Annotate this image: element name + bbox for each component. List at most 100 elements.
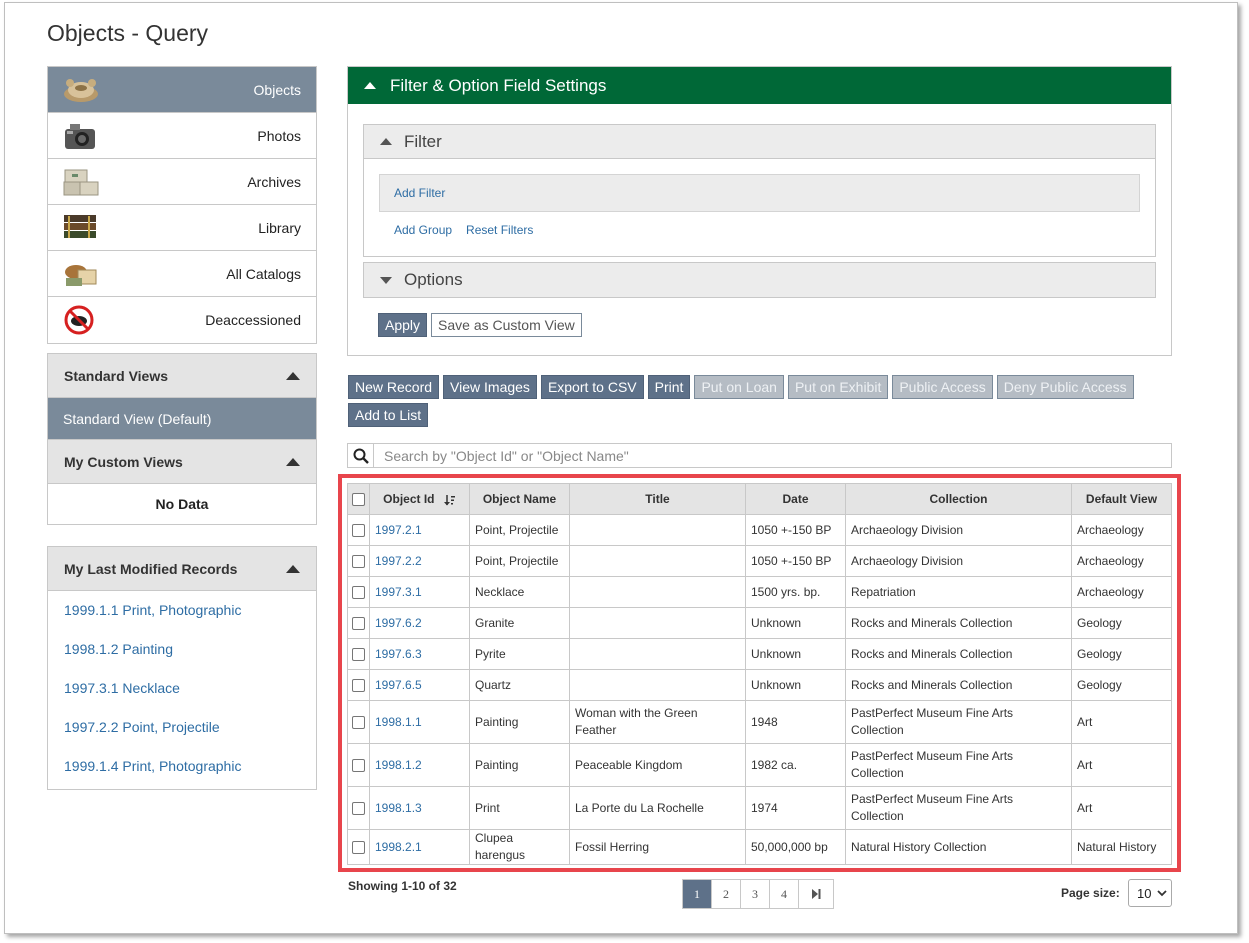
table-row[interactable]: 1997.2.1 Point, Projectile 1050 +-150 BP Ar… <box>347 514 1172 546</box>
column-header-collection[interactable]: Collection <box>845 483 1072 515</box>
row-checkbox[interactable] <box>352 585 365 599</box>
recent-record-link[interactable]: 1997.3.1 Necklace <box>48 669 316 708</box>
object-id-link[interactable]: 1997.6.5 <box>375 678 422 692</box>
row-checkbox[interactable] <box>352 840 365 854</box>
cell-default-view: Archaeology <box>1071 545 1172 577</box>
catalog-item-library[interactable]: Library <box>48 205 316 251</box>
table-row[interactable]: 1998.2.1 Clupea harengus Fossil Herring 50,… <box>347 829 1172 865</box>
sort-descending-icon[interactable] <box>443 494 456 506</box>
catalog-item-all-catalogs[interactable]: All Catalogs <box>48 251 316 297</box>
collapse-up-icon[interactable] <box>286 457 300 466</box>
row-select-cell <box>347 607 370 639</box>
select-all-checkbox[interactable] <box>352 493 365 507</box>
row-checkbox[interactable] <box>352 647 365 661</box>
cell-object-id: 1998.1.1 <box>369 700 470 744</box>
row-checkbox[interactable] <box>352 554 365 568</box>
row-checkbox[interactable] <box>352 678 365 692</box>
page-button-3[interactable]: 3 <box>741 880 770 908</box>
views-panel: Standard Views Standard View (Default) M… <box>47 353 317 525</box>
public-access-button[interactable]: Public Access <box>892 375 993 399</box>
cell-default-view: Archaeology <box>1071 576 1172 608</box>
expand-down-icon <box>380 276 392 284</box>
recent-record-link[interactable]: 1999.1.4 Print, Photographic <box>48 747 316 786</box>
standard-views-title: Standard Views <box>64 367 169 384</box>
row-checkbox[interactable] <box>352 616 365 630</box>
catalog-item-photos[interactable]: Photos <box>48 113 316 159</box>
export-csv-button[interactable]: Export to CSV <box>540 375 644 399</box>
column-header-object-name[interactable]: Object Name <box>469 483 570 515</box>
table-row[interactable]: 1997.6.2 Granite Unknown Rocks and Minerals… <box>347 607 1172 639</box>
standard-view-default[interactable]: Standard View (Default) <box>48 398 316 440</box>
row-checkbox[interactable] <box>352 758 365 772</box>
object-id-link[interactable]: 1997.6.2 <box>375 616 422 630</box>
row-checkbox[interactable] <box>352 523 365 537</box>
recent-record-link[interactable]: 1997.2.2 Point, Projectile <box>48 708 316 747</box>
collapse-up-icon[interactable] <box>286 371 300 380</box>
table-row[interactable]: 1997.3.1 Necklace 1500 yrs. bp. Repatriatio… <box>347 576 1172 608</box>
table-row[interactable]: 1998.1.3 Print La Porte du La Rochelle 1974… <box>347 786 1172 830</box>
row-select-cell <box>347 576 370 608</box>
search-icon[interactable] <box>348 444 374 467</box>
last-page-icon[interactable] <box>799 880 833 908</box>
object-id-link[interactable]: 1998.2.1 <box>375 840 422 854</box>
standard-views-header[interactable]: Standard Views <box>48 354 316 398</box>
column-header-default-view[interactable]: Default View <box>1071 483 1172 515</box>
reset-filters-link[interactable]: Reset Filters <box>466 223 533 237</box>
put-on-exhibit-button[interactable]: Put on Exhibit <box>787 375 889 399</box>
put-on-loan-button[interactable]: Put on Loan <box>694 375 784 399</box>
catalog-item-deaccessioned[interactable]: Deaccessioned <box>48 297 316 343</box>
cell-collection: Repatriation <box>845 576 1072 608</box>
cell-default-view: Art <box>1071 700 1172 744</box>
collapse-up-icon[interactable] <box>286 564 300 573</box>
custom-views-header[interactable]: My Custom Views <box>48 440 316 484</box>
page-button-1[interactable]: 1 <box>683 880 712 908</box>
catalog-label: Photos <box>257 127 301 144</box>
options-panel-header[interactable]: Options <box>364 263 1155 297</box>
apply-button[interactable]: Apply <box>378 313 428 337</box>
catalog-item-objects[interactable]: Objects <box>48 67 316 113</box>
page-button-4[interactable]: 4 <box>770 880 799 908</box>
column-header-date[interactable]: Date <box>745 483 846 515</box>
row-checkbox[interactable] <box>352 715 365 729</box>
object-id-link[interactable]: 1998.1.2 <box>375 758 422 772</box>
cell-object-name: Pyrite <box>469 638 570 670</box>
cell-default-view: Geology <box>1071 638 1172 670</box>
view-images-button[interactable]: View Images <box>443 375 537 399</box>
add-to-list-button[interactable]: Add to List <box>348 403 429 427</box>
column-header-title[interactable]: Title <box>569 483 746 515</box>
page-size-select[interactable]: 10 <box>1128 879 1172 907</box>
cell-collection: Rocks and Minerals Collection <box>845 669 1072 701</box>
add-group-link[interactable]: Add Group <box>394 223 452 237</box>
recent-records-header[interactable]: My Last Modified Records <box>48 547 316 591</box>
table-row[interactable]: 1997.6.3 Pyrite Unknown Rocks and Minerals … <box>347 638 1172 670</box>
new-record-button[interactable]: New Record <box>348 375 440 399</box>
object-id-link[interactable]: 1998.1.3 <box>375 801 422 815</box>
cell-object-name: Quartz <box>469 669 570 701</box>
cell-object-name: Point, Projectile <box>469 514 570 546</box>
add-filter-link[interactable]: Add Filter <box>394 186 445 200</box>
table-row[interactable]: 1998.1.2 Painting Peaceable Kingdom 1982 ca… <box>347 743 1172 787</box>
table-row[interactable]: 1997.6.5 Quartz Unknown Rocks and Minerals … <box>347 669 1172 701</box>
cell-object-id: 1997.6.2 <box>369 607 470 639</box>
column-header-object-id[interactable]: Object Id <box>369 483 470 515</box>
object-id-link[interactable]: 1997.3.1 <box>375 585 422 599</box>
page-button-2[interactable]: 2 <box>712 880 741 908</box>
cell-object-name: Painting <box>469 700 570 744</box>
object-id-link[interactable]: 1998.1.1 <box>375 715 422 729</box>
object-id-link[interactable]: 1997.6.3 <box>375 647 422 661</box>
recent-record-link[interactable]: 1999.1.1 Print, Photographic <box>48 591 316 630</box>
object-id-link[interactable]: 1997.2.2 <box>375 554 422 568</box>
row-checkbox[interactable] <box>352 801 365 815</box>
print-button[interactable]: Print <box>647 375 691 399</box>
table-row[interactable]: 1997.2.2 Point, Projectile 1050 +-150 BP Ar… <box>347 545 1172 577</box>
table-row[interactable]: 1998.1.1 Painting Woman with the Green Fea… <box>347 700 1172 744</box>
search-input[interactable] <box>374 445 1171 466</box>
cell-default-view: Art <box>1071 743 1172 787</box>
deny-public-access-button[interactable]: Deny Public Access <box>996 375 1134 399</box>
filter-settings-header[interactable]: Filter & Option Field Settings <box>348 67 1171 104</box>
object-id-link[interactable]: 1997.2.1 <box>375 523 422 537</box>
recent-record-link[interactable]: 1998.1.2 Painting <box>48 630 316 669</box>
catalog-item-archives[interactable]: Archives <box>48 159 316 205</box>
filter-panel-header[interactable]: Filter <box>364 125 1155 159</box>
save-custom-view-button[interactable]: Save as Custom View <box>431 313 582 337</box>
